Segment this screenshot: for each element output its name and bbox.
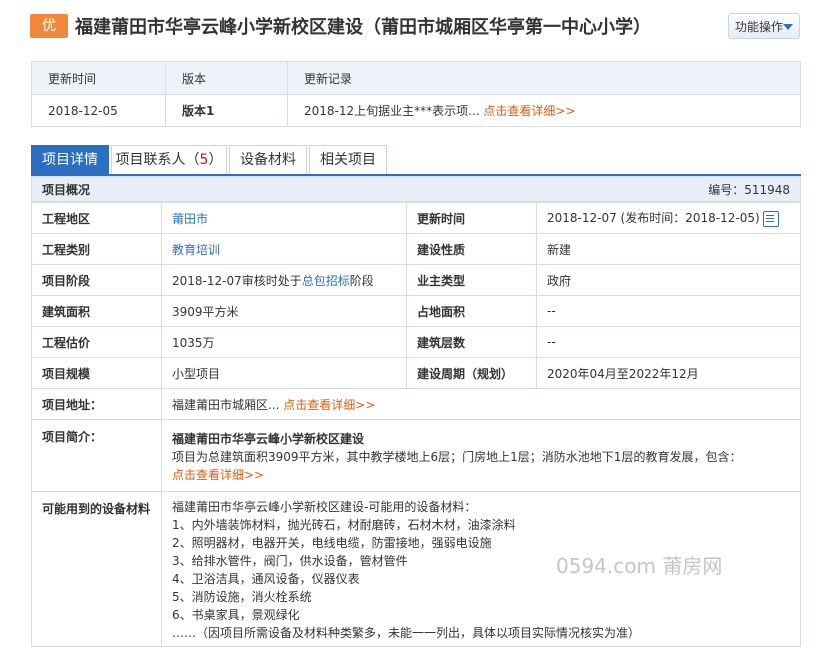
field-label: 工程类别 [31, 233, 162, 265]
materials-line: ……（因项目所需设备及材料种类繁多，未能一一列出，具体以项目实际情况核实为准） [172, 626, 641, 640]
intro-detail-link[interactable]: 点击查看详细>> [172, 468, 264, 482]
area-link[interactable]: 莆田市 [172, 212, 208, 226]
category-link[interactable]: 教育培训 [172, 243, 220, 257]
tab-project-contacts[interactable]: 项目联系人（5） [111, 145, 227, 174]
update-time-text: 2018-12-07 (发布时间：2018-12-05) [547, 211, 760, 226]
function-menu-label: 功能操作 [735, 20, 784, 34]
field-label: 工程地区 [31, 202, 162, 234]
address-detail-link[interactable]: 点击查看详细>> [283, 398, 375, 412]
build-area-value: 3909平方米 [161, 295, 407, 327]
history-icon[interactable] [762, 210, 779, 227]
intro-text: 项目为总建筑面积3909平方米，其中教学楼地上6层；门房地上1层；消防水池地下1… [172, 449, 742, 464]
tab-label: 项目联系人（ [115, 152, 200, 168]
stage-value: 2018-12-07审核时处于总包招标阶段 [161, 264, 407, 296]
table-row: 项目阶段 2018-12-07审核时处于总包招标阶段 业主类型 政府 [31, 264, 801, 296]
field-label: 项目简介： [31, 419, 162, 492]
version-record: 2018-12上旬据业主***表示项... 点击查看详细>> [287, 94, 801, 127]
version-record-text: 2018-12上旬据业主***表示项... [304, 104, 480, 118]
site-watermark: 0594.com 莆房网 [556, 554, 723, 578]
chevron-down-icon [783, 24, 793, 30]
intro-title: 福建莆田市华亭云峰小学新校区建设 [172, 431, 365, 446]
version-time: 2018-12-05 [31, 94, 166, 127]
nature-value: 新建 [536, 233, 801, 265]
land-area-value: -- [536, 295, 801, 327]
scale-value: 小型项目 [161, 357, 407, 389]
tab-label: 设备材料 [240, 152, 296, 168]
tab-label-suffix: ） [208, 152, 223, 168]
area-value: 莆田市 [161, 202, 407, 234]
table-row: 2018-12-05 版本1 2018-12上旬据业主***表示项... 点击查… [31, 94, 801, 127]
field-label: 项目阶段 [31, 264, 162, 296]
page-header: 优 福建莆田市华亭云峰小学新校区建设（莆田市城厢区华亭第一中心小学） 功能操作 [30, 10, 802, 42]
tab-project-detail[interactable]: 项目详情 [31, 145, 109, 175]
stage-prefix: 2018-12-07审核时处于 [172, 273, 302, 288]
column-header-record: 更新记录 [287, 61, 801, 95]
table-row: 工程类别 教育培训 建设性质 新建 [31, 233, 801, 265]
address-value: 福建莆田市城厢区... 点击查看详细>> [161, 388, 801, 420]
table-row: 项目规模 小型项目 建设周期（规划） 2020年04月至2022年12月 [31, 357, 801, 389]
project-info-table: 工程地区 莆田市 更新时间 2018-12-07 (发布时间：2018-12-0… [31, 202, 801, 647]
field-label: 可能用到的设备材料 [31, 491, 162, 647]
overview-title: 项目概况 [42, 183, 91, 197]
column-header-time: 更新时间 [31, 61, 166, 95]
project-title: 福建莆田市华亭云峰小学新校区建设（莆田市城厢区华亭第一中心小学） [75, 17, 651, 38]
update-value: 2018-12-07 (发布时间：2018-12-05) [536, 202, 801, 234]
stage-link[interactable]: 总包招标 [302, 274, 350, 288]
materials-line: 1、内外墙装饰材料，抛光砖石，材耐磨砖，石材木材，油漆涂料 [172, 518, 516, 532]
field-label: 项目规模 [31, 357, 162, 389]
estimate-value: 1035万 [161, 326, 407, 358]
table-row: 建筑面积 3909平方米 占地面积 -- [31, 295, 801, 327]
version-detail-link[interactable]: 点击查看详细>> [483, 104, 575, 118]
tab-label: 项目详情 [42, 152, 98, 168]
address-text: 福建莆田市城厢区... [172, 397, 280, 412]
period-value: 2020年04月至2022年12月 [536, 357, 801, 389]
intro-value: 福建莆田市华亭云峰小学新校区建设 项目为总建筑面积3909平方米，其中教学楼地上… [161, 419, 801, 492]
materials-line: 5、消防设施，消火栓系统 [172, 590, 312, 604]
table-row: 项目地址： 福建莆田市城厢区... 点击查看详细>> [31, 388, 801, 420]
field-label: 项目地址： [31, 388, 162, 420]
field-label: 占地面积 [406, 295, 537, 327]
column-header-version: 版本 [165, 61, 288, 95]
owner-type-value: 政府 [536, 264, 801, 296]
project-code: 编号：511948 [708, 183, 790, 197]
field-label: 更新时间 [406, 202, 537, 234]
field-label: 业主类型 [406, 264, 537, 296]
overview-bar: 项目概况 编号：511948 [31, 176, 801, 202]
stage-suffix: 阶段 [349, 273, 374, 288]
floors-value: -- [536, 326, 801, 358]
tab-related-projects[interactable]: 相关项目 [309, 145, 387, 174]
version-label[interactable]: 版本1 [165, 94, 288, 127]
tab-equipment-materials[interactable]: 设备材料 [229, 145, 307, 174]
field-label: 建筑面积 [31, 295, 162, 327]
detail-tabs: 项目详情 项目联系人（5） 设备材料 相关项目 [31, 144, 801, 176]
field-label: 建筑层数 [406, 326, 537, 358]
tab-label: 相关项目 [320, 152, 376, 168]
version-table: 更新时间 版本 更新记录 2018-12-05 版本1 2018-12上旬据业主… [31, 61, 801, 127]
field-label: 建设周期（规划） [406, 357, 537, 389]
function-menu-button[interactable]: 功能操作 [728, 13, 800, 39]
table-row: 项目简介： 福建莆田市华亭云峰小学新校区建设 项目为总建筑面积3909平方米，其… [31, 419, 801, 492]
materials-line: 6、书桌家具，景观绿化 [172, 608, 300, 622]
field-label: 工程估价 [31, 326, 162, 358]
field-label: 建设性质 [406, 233, 537, 265]
table-row: 工程地区 莆田市 更新时间 2018-12-07 (发布时间：2018-12-0… [31, 202, 801, 234]
materials-line: 福建莆田市华亭云峰小学新校区建设-可能用的设备材料： [172, 500, 477, 514]
category-value: 教育培训 [161, 233, 407, 265]
table-row: 工程估价 1035万 建筑层数 -- [31, 326, 801, 358]
priority-badge: 优 [30, 14, 68, 38]
